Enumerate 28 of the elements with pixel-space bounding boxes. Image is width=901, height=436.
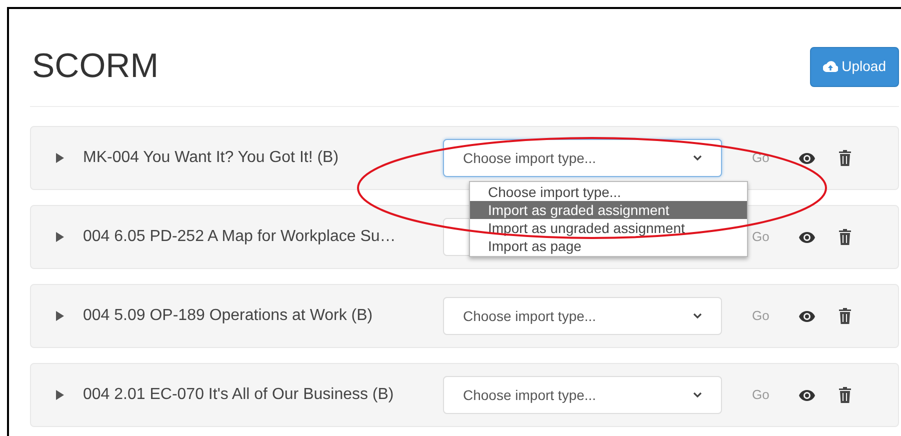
package-title: MK-004 You Want It? You Got It! (B)	[83, 148, 340, 168]
import-type-select[interactable]: Choose import type...	[443, 297, 722, 335]
import-type-select[interactable]: Choose import type...	[443, 139, 722, 177]
chevron-down-icon	[693, 155, 702, 161]
expand-triangle-icon[interactable]	[56, 153, 64, 163]
package-title: 004 2.01 EC-070 It's All of Our Business (B)	[83, 385, 395, 405]
dropdown-option[interactable]: Import as page	[470, 237, 747, 255]
trash-icon[interactable]	[839, 150, 852, 166]
expand-triangle-icon[interactable]	[56, 390, 64, 400]
eye-icon[interactable]	[799, 310, 816, 322]
package-title: 004 5.09 OP-189 Operations at Work (B)	[83, 306, 374, 326]
chevron-down-icon	[693, 313, 702, 319]
cloud-upload-icon	[822, 61, 838, 72]
eye-icon[interactable]	[799, 152, 816, 164]
import-type-select[interactable]: Choose import type...	[443, 376, 722, 414]
eye-icon[interactable]	[799, 390, 816, 400]
eye-icon[interactable]	[799, 232, 816, 242]
page-title: SCORM	[32, 46, 159, 87]
dropdown-option[interactable]: Choose import type...	[470, 183, 747, 201]
package-title: 004 6.05 PD-252 A Map for Workplace Su…	[83, 227, 397, 247]
trash-icon[interactable]	[839, 229, 852, 245]
expand-triangle-icon[interactable]	[56, 232, 64, 242]
trash-icon[interactable]	[839, 387, 852, 403]
expand-triangle-icon[interactable]	[56, 311, 64, 321]
dropdown-option[interactable]: Import as ungraded assignment	[470, 219, 747, 237]
chevron-down-icon	[693, 392, 702, 398]
dropdown-option[interactable]: Import as graded assignment	[470, 201, 747, 219]
trash-icon[interactable]	[839, 308, 852, 324]
